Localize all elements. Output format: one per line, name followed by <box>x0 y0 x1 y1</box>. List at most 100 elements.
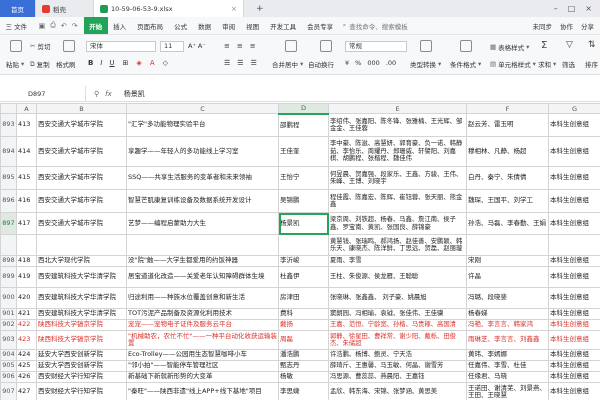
row-header[interactable]: 894 <box>0 136 17 167</box>
thousands-icon[interactable]: 000 <box>367 59 379 67</box>
cell-d[interactable]: 杜鑫伊 <box>278 266 329 288</box>
spreadsheet-grid[interactable]: A B C D E F G 893 413 西安交通大学城市学院 "汇学"多功能物理实… <box>0 103 600 400</box>
cell-f[interactable]: 冯璐、段晓斐 <box>466 287 549 309</box>
bold-icon[interactable]: B <box>88 59 93 67</box>
cell-e[interactable]: 薛琦斤、王惠馨、马玉敏、何晶、谢雪芳 <box>328 360 467 372</box>
cell-g[interactable]: 本科生创意组 <box>548 212 600 235</box>
menu-page-layout[interactable]: 页面布局 <box>132 17 169 34</box>
italic-icon[interactable]: I <box>100 59 102 67</box>
sort-button[interactable]: 排序 <box>585 59 598 69</box>
column-header[interactable]: A <box>16 103 37 114</box>
cell-d[interactable]: 李思婕 <box>278 382 329 400</box>
cell-e[interactable]: 夏雨、李雪 <box>328 255 467 267</box>
cell-f[interactable]: 白丹、秦宁、朱倩倩 <box>466 166 549 190</box>
cell-g[interactable]: 本科生创意组 <box>548 166 600 190</box>
cell-a[interactable]: 425 <box>16 360 37 372</box>
cell-e[interactable]: 张晓琳、张鑫鑫、 刘子豪、姚晨旭 <box>328 287 467 309</box>
cell-a[interactable]: 418 <box>16 255 37 267</box>
cell-e[interactable]: 梁京周、刘铁超、杨春、马鑫、詹江南、侯子鑫、罗宝南、黄凯、张国良、薛锦豪 <box>328 212 467 235</box>
cell-e[interactable]: 郭静、徐星田、曹祥常、谢少阳、戴栎、田俊杰、朱储超 <box>328 330 467 350</box>
file-menu[interactable]: 三 文件 <box>0 17 33 34</box>
cell-e[interactable]: 许浩鹏、杨博、鲍灵、宁天浩 <box>328 349 467 361</box>
cell-b[interactable]: 延安大学西安创新学院 <box>36 360 127 372</box>
cell-d[interactable]: 杨敏 <box>278 371 329 383</box>
type-convert-button[interactable]: 类型转换 ▾ <box>410 59 441 69</box>
cell-f[interactable]: 冯艳、李言言、韩家鸿 <box>466 319 549 331</box>
cell-c[interactable]: 智慧芒肌康复训练设备及数据系统开发设计 <box>126 189 279 213</box>
cell-a[interactable]: 426 <box>16 371 37 383</box>
select-all-corner[interactable] <box>0 103 17 114</box>
cell-b[interactable]: 西安建筑科技大学华清学院 <box>36 266 127 288</box>
cell-b[interactable]: 西北大学现代学院 <box>36 255 127 267</box>
cell-g[interactable] <box>548 234 600 256</box>
cell-c[interactable]: "邻小拍"——智能停车管理社区 <box>126 360 279 372</box>
cell-style-button[interactable]: ▤ 单元格样式 ▾ <box>490 59 536 69</box>
row-header[interactable]: 904 <box>0 349 17 361</box>
cell-f[interactable]: 许晶 <box>466 266 549 288</box>
cell-c[interactable]: 居宝道道化改造——关爱老年认知障碍群体生境 <box>126 266 279 288</box>
cell-b[interactable]: 西安交通大学城市学院 <box>36 113 127 137</box>
row-header[interactable]: 897 <box>0 212 17 235</box>
tab-home[interactable]: 首页 <box>0 0 36 17</box>
cell-a[interactable]: 420 <box>16 287 37 309</box>
cell-g[interactable]: 本科生创意组 <box>548 255 600 267</box>
clear-format-icon[interactable]: ◇ <box>163 59 168 67</box>
column-header[interactable]: E <box>328 103 467 114</box>
cell-d[interactable]: 王怡宁 <box>278 166 329 190</box>
paste-icon[interactable] <box>10 40 22 52</box>
cut-button[interactable]: ✂ 剪切 <box>30 41 50 51</box>
menu-data[interactable]: 数据 <box>193 17 217 34</box>
cell-f[interactable]: 任缘君、马晓 <box>466 371 549 383</box>
number-format-select[interactable]: 常规 <box>345 41 407 52</box>
cell-d[interactable]: 戴扬 <box>278 319 329 331</box>
close-window-icon[interactable]: × <box>585 4 592 13</box>
cell-f[interactable]: 杨春娣 <box>466 308 549 320</box>
cell-a[interactable] <box>16 234 37 256</box>
menu-view[interactable]: 视图 <box>241 17 265 34</box>
column-header-selected[interactable]: D <box>278 103 329 115</box>
cell-d[interactable]: 费科 <box>278 308 329 320</box>
cell-g[interactable]: 本科生创意组 <box>548 382 600 400</box>
filter-icon[interactable]: ▽ <box>566 40 573 50</box>
name-box[interactable]: D897 <box>0 86 86 101</box>
cell-f[interactable]: 雨琳芝、李言言、刘鑫鑫 <box>466 330 549 350</box>
cell-e[interactable]: 李中豪、陈滋、高慧妍、郭育豪、负一诺、韩静茹、李怡乐、周耀丹、郑珊威、轩譬阳、刘… <box>328 136 467 167</box>
minimize-icon[interactable]: – <box>554 4 558 13</box>
cell-g[interactable]: 本科生创意组 <box>548 287 600 309</box>
row-header[interactable]: 907 <box>0 382 17 400</box>
cell-a[interactable]: 414 <box>16 136 37 167</box>
decimal-icon[interactable]: .00 <box>386 59 396 67</box>
cell-a[interactable]: 413 <box>16 113 37 137</box>
column-header[interactable]: G <box>548 103 600 114</box>
cell-f[interactable]: 王诺田、谢清芜、刘景燕、王田、王晓慧 <box>466 382 549 400</box>
conditional-format-icon[interactable] <box>460 40 472 52</box>
align-right-icon[interactable]: ☰ <box>251 59 257 67</box>
cell-e[interactable]: 王柱、朱俊源、侯龙雁、王聪聪 <box>328 266 467 288</box>
cell-a[interactable]: 422 <box>16 319 37 331</box>
cell-a[interactable]: 421 <box>16 308 37 320</box>
table-style-button[interactable]: ▦ 表格样式 ▾ <box>490 42 529 52</box>
menu-insert[interactable]: 插入 <box>108 17 132 34</box>
cell-g[interactable]: 本科生创意组 <box>548 330 600 350</box>
command-search[interactable]: ⌕ 查找命令、搜索模板 <box>343 21 408 31</box>
decrease-font-icon[interactable]: A⁻ <box>198 42 206 50</box>
cell-g[interactable]: 本科生创意组 <box>548 189 600 213</box>
row-header[interactable]: 903 <box>0 330 17 350</box>
menu-member[interactable]: 会员专享 <box>302 17 339 34</box>
share-button[interactable]: 分享 <box>581 21 594 31</box>
cell-e[interactable]: 何昱晨、贺嘉强、段家乐、王鑫、方骏、王伟、朱峰、王博、刘晓宇 <box>328 166 467 190</box>
cell-d[interactable]: 甄志丹 <box>278 360 329 372</box>
cell-b[interactable]: 陕西科技大学镐京学院 <box>36 319 127 331</box>
row-header[interactable]: 901 <box>0 308 17 320</box>
cell-d[interactable]: 周磊 <box>278 330 329 350</box>
cell-a[interactable]: 419 <box>16 266 37 288</box>
row-header[interactable]: 898 <box>0 255 17 267</box>
cell-a[interactable]: 427 <box>16 382 37 400</box>
cell-g[interactable]: 本科生创意组 <box>548 319 600 331</box>
conditional-format-button[interactable]: 条件格式 ▾ <box>450 59 481 69</box>
close-tab-icon[interactable]: × <box>231 5 237 13</box>
cell-e[interactable]: 窦朗园、冯相瑜、袁钺、张佳伟、王佳骥 <box>328 308 467 320</box>
cell-c[interactable]: "汇学"多功能物理实验平台 <box>126 113 279 137</box>
cell-e[interactable]: 孟欣、韩东海、宋锦、张梦涵、黄思美 <box>328 382 467 400</box>
cell-a[interactable]: 423 <box>16 330 37 350</box>
